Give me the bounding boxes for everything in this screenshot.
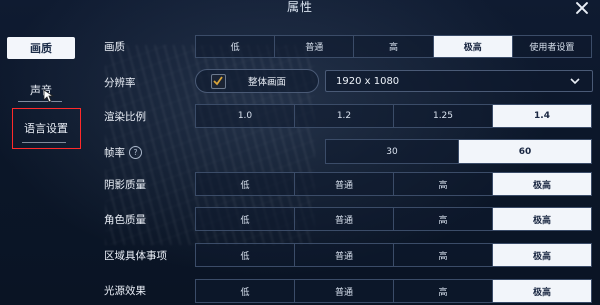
quality-selector: 低 普通 高 极高 使用者设置 bbox=[195, 35, 592, 58]
frame-rate-selector: 30 60 bbox=[325, 139, 592, 164]
sidebar-item-label: 画质 bbox=[30, 42, 52, 55]
close-icon[interactable] bbox=[574, 0, 590, 16]
light-option-ultra[interactable]: 极高 bbox=[493, 280, 591, 302]
resolution-label: 分辨率 bbox=[104, 76, 136, 89]
fullscreen-label: 整体画面 bbox=[248, 77, 287, 88]
divider bbox=[18, 101, 62, 102]
highlight-box bbox=[12, 108, 81, 149]
area-option-normal[interactable]: 普通 bbox=[295, 244, 394, 266]
fullscreen-toggle[interactable]: 整体画面 bbox=[195, 69, 319, 93]
quality-option-high[interactable]: 高 bbox=[354, 36, 434, 57]
light-effects-selector: 低 普通 高 极高 bbox=[195, 279, 592, 303]
light-effects-label: 光源效果 bbox=[104, 284, 146, 297]
character-option-high[interactable]: 高 bbox=[394, 208, 493, 230]
frame-rate-label: 帧率 ? bbox=[104, 143, 142, 161]
checkmark-icon bbox=[213, 75, 223, 85]
light-option-low[interactable]: 低 bbox=[196, 280, 295, 302]
sidebar-item-sound[interactable]: 声音 bbox=[7, 79, 75, 101]
resolution-dropdown[interactable]: 1920 x 1080 bbox=[325, 70, 593, 92]
resolution-value: 1920 x 1080 bbox=[336, 75, 400, 87]
light-option-high[interactable]: 高 bbox=[394, 280, 493, 302]
shadow-quality-selector: 低 普通 高 极高 bbox=[195, 172, 592, 196]
frame-rate-option-30[interactable]: 30 bbox=[326, 140, 459, 163]
area-detail-selector: 低 普通 高 极高 bbox=[195, 243, 592, 267]
area-option-ultra[interactable]: 极高 bbox=[493, 244, 591, 266]
sidebar: 画质 声音 语言设置 bbox=[0, 0, 95, 305]
render-scale-option[interactable]: 1.2 bbox=[295, 105, 394, 127]
shadow-option-low[interactable]: 低 bbox=[196, 173, 295, 195]
help-icon[interactable]: ? bbox=[129, 145, 142, 159]
area-option-high[interactable]: 高 bbox=[394, 244, 493, 266]
shadow-quality-label: 阴影质量 bbox=[104, 178, 146, 191]
chevron-down-icon bbox=[570, 78, 580, 85]
quality-option-low[interactable]: 低 bbox=[196, 36, 276, 57]
character-option-low[interactable]: 低 bbox=[196, 208, 295, 230]
frame-rate-text: 帧率 bbox=[104, 146, 125, 159]
quality-option-normal[interactable]: 普通 bbox=[275, 36, 355, 57]
mouse-cursor-icon bbox=[43, 89, 55, 103]
light-option-normal[interactable]: 普通 bbox=[295, 280, 394, 302]
quality-label: 画质 bbox=[104, 40, 125, 53]
render-scale-selector: 1.0 1.2 1.25 1.4 bbox=[195, 104, 592, 128]
character-quality-selector: 低 普通 高 极高 bbox=[195, 207, 592, 231]
character-option-normal[interactable]: 普通 bbox=[295, 208, 394, 230]
window-title: 属性 bbox=[286, 0, 313, 14]
quality-option-custom[interactable]: 使用者设置 bbox=[513, 36, 591, 57]
render-scale-option[interactable]: 1.25 bbox=[394, 105, 493, 127]
sidebar-item-graphics[interactable]: 画质 bbox=[7, 37, 75, 59]
character-option-ultra[interactable]: 极高 bbox=[493, 208, 591, 230]
render-scale-option[interactable]: 1.0 bbox=[196, 105, 295, 127]
fullscreen-checkbox[interactable] bbox=[211, 73, 226, 89]
area-option-low[interactable]: 低 bbox=[196, 244, 295, 266]
render-scale-option[interactable]: 1.4 bbox=[493, 105, 591, 127]
quality-option-ultra[interactable]: 极高 bbox=[433, 36, 513, 57]
shadow-option-ultra[interactable]: 极高 bbox=[493, 173, 591, 195]
character-quality-label: 角色质量 bbox=[104, 213, 146, 226]
area-detail-label: 区域具体事项 bbox=[104, 249, 167, 262]
shadow-option-normal[interactable]: 普通 bbox=[295, 173, 394, 195]
render-scale-label: 渲染比例 bbox=[104, 110, 146, 123]
frame-rate-option-60[interactable]: 60 bbox=[459, 140, 591, 163]
shadow-option-high[interactable]: 高 bbox=[394, 173, 493, 195]
